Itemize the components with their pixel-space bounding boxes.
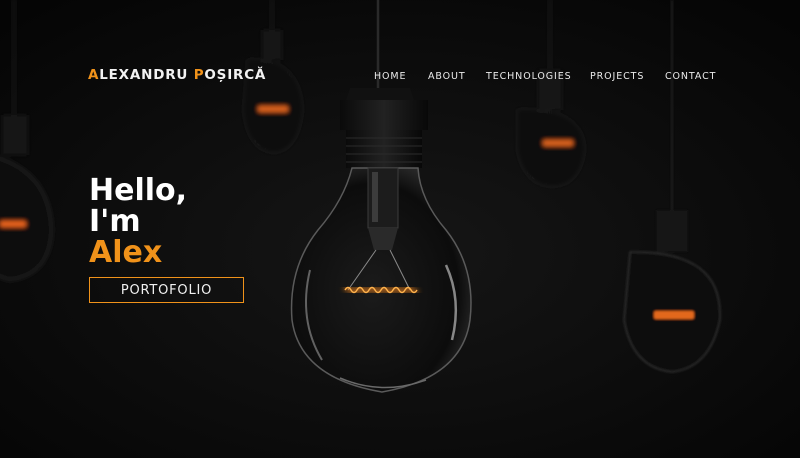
nav-contact-link[interactable]: CONTACT <box>665 71 716 82</box>
hero-greeting-line2: I'm <box>89 204 141 239</box>
nav-technologies-link[interactable]: TECHNOLOGIES <box>486 71 572 82</box>
nav-home-link[interactable]: HOME <box>374 71 406 82</box>
portfolio-button[interactable]: PORTOFOLIO <box>89 277 244 303</box>
hero-greeting-line1: Hello, <box>89 173 188 208</box>
main-nav: HOME ABOUT TECHNOLOGIES PROJECTS CONTACT <box>0 71 800 85</box>
nav-projects-link[interactable]: PROJECTS <box>590 71 644 82</box>
nav-about-link[interactable]: ABOUT <box>428 71 466 82</box>
hero-name: Alex <box>89 235 163 270</box>
